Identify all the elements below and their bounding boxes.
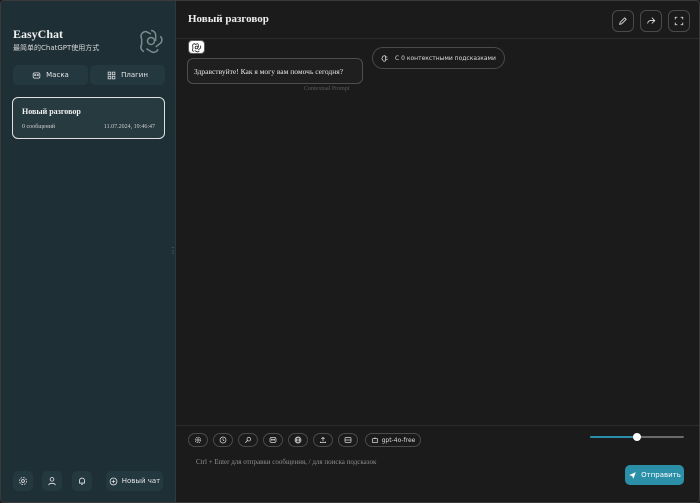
- slider-fill: [590, 436, 637, 438]
- clock-icon: [219, 436, 227, 444]
- message-input-placeholder[interactable]: Ctrl + Enter для отправки сообщения, / д…: [196, 458, 376, 466]
- fullscreen-button[interactable]: [668, 10, 690, 32]
- brand-subtitle: 最简单的ChatGPT使用方式: [13, 44, 100, 52]
- brand-title: EasyChat: [13, 27, 64, 41]
- new-chat-label: Новый чат: [121, 477, 161, 485]
- message-meta: Contextual Prompt: [304, 86, 350, 92]
- share-button[interactable]: [640, 10, 662, 32]
- web-search-button[interactable]: [288, 433, 308, 447]
- sidebar: EasyChat 最简单的ChatGPT使用方式 Маска Плагин Но…: [1, 1, 177, 502]
- prompt-search-button[interactable]: [238, 433, 258, 447]
- app-window: EasyChat 最简单的ChatGPT使用方式 Маска Плагин Но…: [0, 0, 700, 503]
- sidebar-resize-handle[interactable]: ⋮: [169, 246, 177, 256]
- notifications-button[interactable]: [72, 471, 92, 491]
- clear-icon: [344, 437, 352, 443]
- chat-main: Новый разговор Здравствуйте! Как я могу …: [176, 1, 699, 502]
- edit-button[interactable]: [612, 10, 634, 32]
- upload-button[interactable]: [313, 433, 333, 447]
- send-button-label: Отправить: [641, 471, 681, 479]
- chat-item-date: 11.07.2024, 19:46:47: [103, 124, 155, 130]
- new-chat-button[interactable]: Новый чат: [106, 471, 163, 491]
- mask-button[interactable]: Маска: [13, 65, 88, 85]
- chat-list-item[interactable]: Новый разговор 0 сообщений 11.07.2024, 1…: [12, 97, 165, 139]
- history-button[interactable]: [213, 433, 233, 447]
- bot-message-bubble: Здравствуйте! Как я могу вам помочь сего…: [187, 58, 363, 84]
- send-icon: [629, 471, 636, 479]
- plugin-button-label: Плагин: [121, 71, 148, 79]
- profile-button[interactable]: [42, 471, 62, 491]
- edit-icon: [619, 17, 627, 25]
- chat-item-count: 0 сообщений: [22, 124, 56, 130]
- mask-select-button[interactable]: [263, 433, 283, 447]
- globe-icon: [294, 436, 302, 444]
- context-prompts-button[interactable]: С 0 контекстными подсказками: [372, 47, 505, 69]
- share-icon: [647, 17, 656, 24]
- compress-slider[interactable]: [590, 432, 684, 442]
- clear-context-button[interactable]: [338, 433, 358, 447]
- slider-thumb[interactable]: [633, 433, 641, 441]
- user-icon: [48, 477, 56, 486]
- settings-button[interactable]: [13, 471, 33, 491]
- plugin-button[interactable]: Плагин: [90, 65, 165, 85]
- chat-settings-button[interactable]: [188, 433, 208, 447]
- upload-icon: [319, 436, 327, 444]
- openai-logo-icon: [192, 42, 202, 52]
- model-select-button[interactable]: gpt-4o-free: [365, 433, 421, 447]
- brain-icon: [381, 54, 388, 62]
- chat-item-title: Новый разговор: [22, 107, 81, 116]
- page-title[interactable]: Новый разговор: [188, 13, 269, 25]
- bot-avatar: [188, 40, 205, 54]
- mask-icon: [32, 72, 41, 78]
- mask-button-label: Маска: [46, 71, 69, 79]
- model-label: gpt-4o-free: [381, 436, 416, 444]
- grid-plugin-icon: [107, 71, 116, 79]
- settings-icon: [19, 477, 27, 485]
- fullscreen-icon: [674, 16, 684, 26]
- bell-icon: [79, 477, 85, 485]
- input-panel: gpt-4o-free Ctrl + Enter для отправки со…: [176, 425, 699, 502]
- send-button[interactable]: Отправить: [625, 465, 684, 485]
- plus-circle-icon: [109, 477, 118, 485]
- chat-header: Новый разговор: [176, 1, 699, 39]
- robot-icon: [371, 437, 378, 444]
- context-prompts-label: С 0 контекстными подсказками: [395, 54, 496, 62]
- prompt-icon: [244, 437, 251, 444]
- mask-icon: [269, 437, 277, 443]
- settings-icon: [194, 436, 202, 444]
- openai-logo-icon: [140, 29, 163, 54]
